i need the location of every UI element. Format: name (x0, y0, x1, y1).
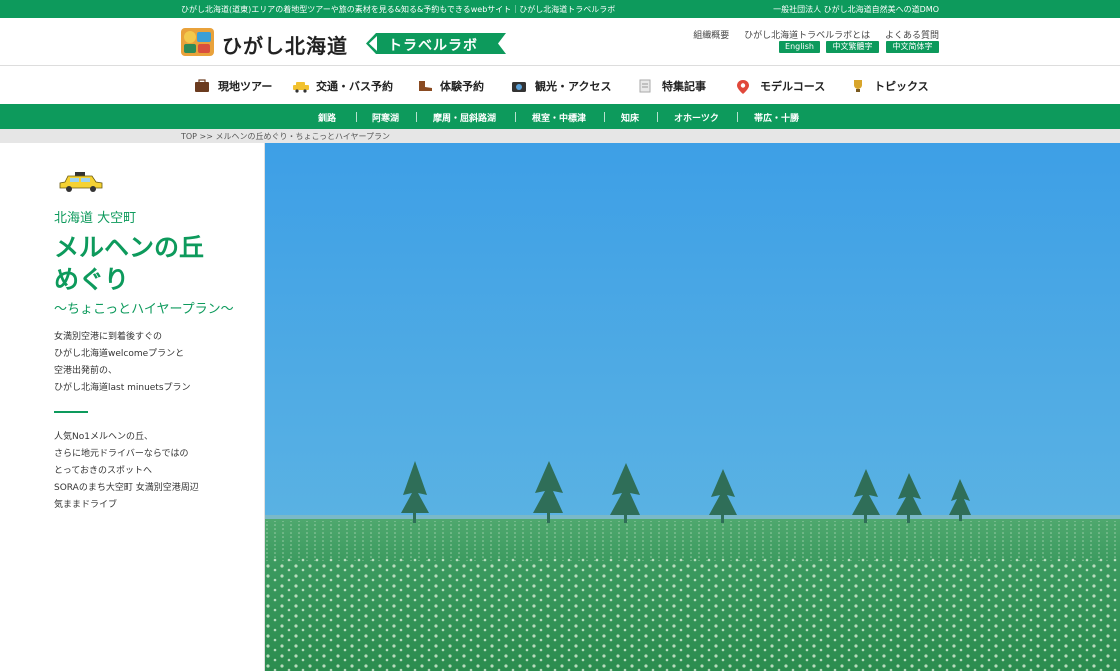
description-line: ひがし北海道last minuetsプラン (54, 383, 191, 393)
nav-label: トピックス (874, 80, 929, 93)
camera-icon (511, 79, 527, 93)
description-line: 人気No1メルヘンの丘、 (54, 432, 153, 442)
nav-sightseeing[interactable]: 観光・アクセス (511, 78, 611, 94)
description-line: ひがし北海道welcomeプランと (54, 349, 185, 359)
area-akanko[interactable]: 阿寒湖 (372, 111, 399, 124)
nav-label: 現地ツアー (218, 80, 273, 93)
description-line: 気ままドライブ (54, 500, 118, 510)
trophy-icon (850, 79, 866, 93)
area-nemuro-nakashibetsu[interactable]: 根室・中標津 (532, 111, 586, 124)
description-line: とっておきのスポットへ (54, 466, 153, 476)
area-kushiro[interactable]: 釧路 (318, 111, 336, 124)
plan-description-detail: 人気No1メルヘンの丘、 さらに地元ドライバーならではの とっておきのスポットへ… (54, 429, 254, 514)
nav-label: モデルコース (760, 80, 826, 93)
plan-description-intro: 女満別空港に到着後すぐの ひがし北海道welcomeプランと 空港出発前の、 ひ… (54, 329, 254, 397)
link-about-org[interactable]: 組織概要 (693, 31, 729, 41)
nav-label: 体験予約 (440, 80, 484, 93)
taxi-icon (58, 171, 104, 193)
header-links: 組織概要 ひがし北海道トラベルラボとは よくある質問 (681, 28, 939, 41)
site-tagline: ひがし北海道(道東)エリアの着地型ツアーや旅の素材を見る&知る&予約もできるwe… (181, 5, 616, 14)
plan-title-line-2: めぐり (54, 265, 130, 294)
nav-experiences[interactable]: 体験予約 (416, 78, 484, 94)
nav-label: 観光・アクセス (535, 80, 612, 93)
hero-image (265, 143, 1120, 671)
organization-name: 一般社団法人 ひがし北海道自然美への道DMO (773, 5, 939, 14)
logo-icon[interactable] (181, 28, 214, 56)
divider (416, 112, 417, 122)
area-shiretoko[interactable]: 知床 (621, 111, 639, 124)
breadcrumb-text[interactable]: TOP >> メルヘンの丘めぐり・ちょこっとハイヤープラン (181, 131, 390, 142)
description-line: 女満別空港に到着後すぐの (54, 332, 163, 342)
plan-subtitle: 〜ちょこっとハイヤープラン〜 (54, 302, 234, 317)
area-mashu-kussharo[interactable]: 摩周・屈斜路湖 (433, 111, 496, 124)
area-okhotsk[interactable]: オホーツク (674, 111, 719, 124)
area-obihiro-tokachi[interactable]: 帯広・十勝 (754, 111, 799, 124)
plan-location: 北海道 大空町 (54, 211, 137, 226)
map-pin-icon (736, 79, 752, 94)
divider (515, 112, 516, 122)
taxi-icon (292, 79, 309, 93)
lang-simplified-chinese-button[interactable]: 中文简体字 (886, 41, 939, 53)
main-nav: 現地ツアー 交通・バス予約 体験予約 観光・アクセス 特集記事 モデルコース ト… (0, 67, 1120, 104)
nav-local-tours[interactable]: 現地ツアー (194, 78, 272, 94)
lang-traditional-chinese-button[interactable]: 中文繁體字 (826, 41, 879, 53)
logo-badge-label: トラベルラボ (388, 38, 478, 54)
logo-badge[interactable]: トラベルラボ (366, 33, 506, 54)
document-icon (638, 79, 654, 93)
plan-title-line-1: メルヘンの丘 (54, 233, 205, 262)
nav-model-courses[interactable]: モデルコース (736, 78, 825, 94)
breadcrumb: TOP >> メルヘンの丘めぐり・ちょこっとハイヤープラン (0, 129, 1120, 143)
divider (657, 112, 658, 122)
nav-features[interactable]: 特集記事 (638, 78, 706, 94)
description-line: 空港出発前の、 (54, 366, 118, 376)
logo-title[interactable]: ひがし北海道 (222, 30, 348, 59)
link-about-site[interactable]: ひがし北海道トラベルラボとは (744, 31, 870, 41)
nav-label: 特集記事 (662, 80, 706, 93)
site-header: ひがし北海道 トラベルラボ 組織概要 ひがし北海道トラベルラボとは よくある質問… (0, 18, 1120, 66)
lang-english-button[interactable]: English (779, 41, 820, 53)
description-line: さらに地元ドライバーならではの (54, 449, 189, 459)
link-faq[interactable]: よくある質問 (885, 31, 939, 41)
suitcase-icon (194, 79, 210, 93)
nav-label: 交通・バス予約 (316, 80, 393, 93)
top-bar: ひがし北海道(道東)エリアの着地型ツアーや旅の素材を見る&知る&予約もできるwe… (0, 0, 1120, 18)
nav-transport[interactable]: 交通・バス予約 (292, 78, 393, 94)
divider (604, 112, 605, 122)
plan-sidebar: 北海道 大空町 メルヘンの丘 めぐり 〜ちょこっとハイヤープラン〜 女満別空港に… (0, 143, 265, 671)
description-line: SORAのまち大空町 女満別空港周辺 (54, 483, 199, 493)
area-nav: 釧路 阿寒湖 摩周・屈斜路湖 根室・中標津 知床 オホーツク 帯広・十勝 (0, 104, 1120, 129)
plan-title: メルヘンの丘 めぐり (54, 232, 254, 296)
divider (737, 112, 738, 122)
boot-icon (416, 79, 432, 93)
divider-rule (54, 411, 88, 413)
divider (356, 112, 357, 122)
nav-topics[interactable]: トピックス (850, 78, 929, 94)
